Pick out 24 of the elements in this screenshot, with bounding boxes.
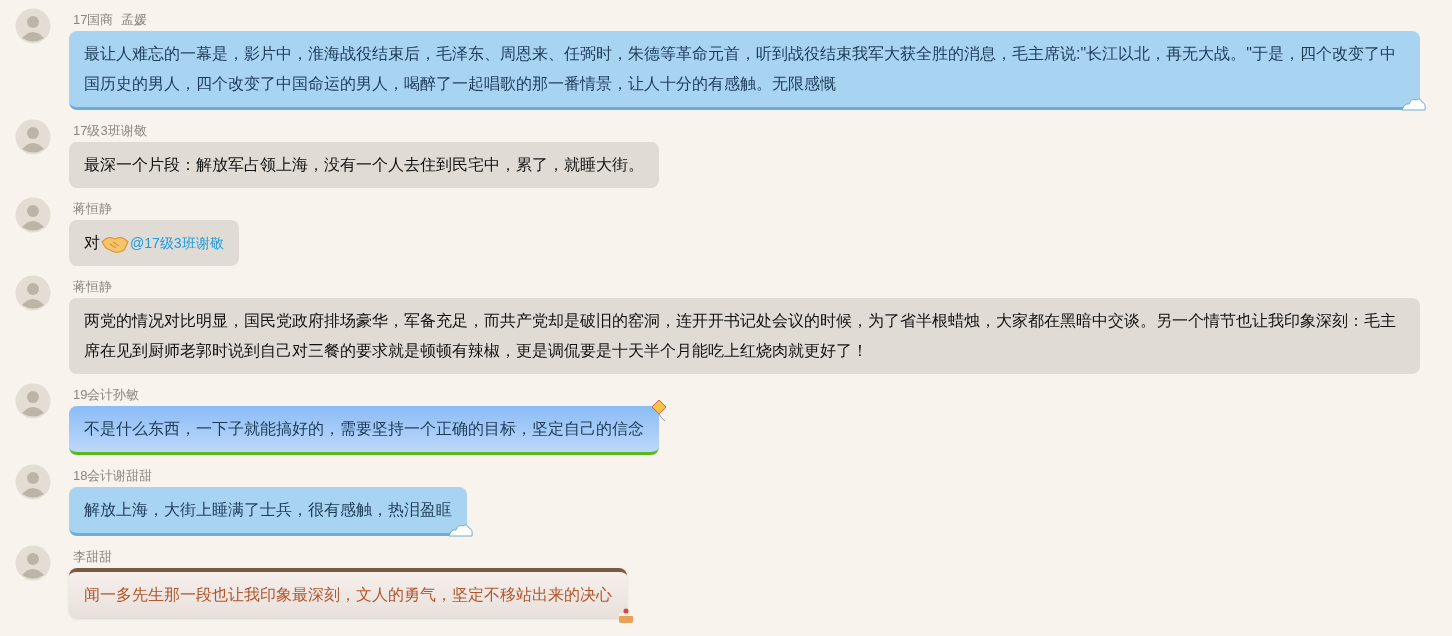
sender-name: 李甜甜 <box>73 549 112 565</box>
avatar-icon[interactable] <box>15 545 51 581</box>
avatar-icon[interactable] <box>15 464 51 500</box>
avatar-icon[interactable] <box>15 119 51 155</box>
mention-link[interactable]: @17级3班谢敬 <box>130 235 224 251</box>
kite-icon <box>651 400 667 422</box>
sender-name: 蒋恒静 <box>73 201 112 217</box>
sender-name: 18会计谢甜甜 <box>73 468 153 484</box>
avatar-icon[interactable] <box>15 197 51 233</box>
sender-name: 17级3班谢敬 <box>73 123 147 139</box>
avatar-icon[interactable] <box>15 8 51 44</box>
cake-icon <box>617 608 635 624</box>
message-text: 不是什么东西，一下子就能搞好的，需要坚持一个正确的目标，坚定自己的信念 <box>84 420 644 437</box>
message-text: 最让人难忘的一幕是，影片中，淮海战役结束后，毛泽东、周恩来、任弼时，朱德等革命元首，听到战役结束我军大获全胜的消息，毛主席说:"长江以北，再无大战。"于是，四个改变了中国历史的男人，四个改变了中国命运的男人，喝醉了一起唱歌的那一番情景，让人十分的有感触。无限感慨 <box>84 45 1396 92</box>
sender-name: 17国商 孟媛 <box>73 12 147 28</box>
sender-name: 蒋恒静 <box>73 279 112 295</box>
message-text: 最深一个片段：解放军占领上海，没有一个人去住到民宅中，累了，就睡大街。 <box>84 156 644 173</box>
message-text: 两党的情况对比明显，国民党政府排场豪华，军备充足，而共产党却是破旧的窑洞，连开开书记处会议的时候，为了省半根蜡烛，大家都在黑暗中交谈。另一个情节也让我印象深刻：毛主席在见到厨师老郭时说到自己对三餐的要求就是顿顿有辣椒，更是调侃要是十天半个月能吃上红烧肉就更好了！ <box>84 312 1396 359</box>
message-text: 对 <box>84 234 100 251</box>
avatar-icon[interactable] <box>15 383 51 419</box>
avatar-icon[interactable] <box>15 275 51 311</box>
message-text: 闻一多先生那一段也让我印象最深刻，文人的勇气，坚定不移站出来的决心 <box>84 586 612 603</box>
message-text: 解放上海，大街上睡满了士兵，很有感触，热泪盈眶 <box>84 501 452 518</box>
sender-name: 19会计孙敏 <box>73 387 140 403</box>
